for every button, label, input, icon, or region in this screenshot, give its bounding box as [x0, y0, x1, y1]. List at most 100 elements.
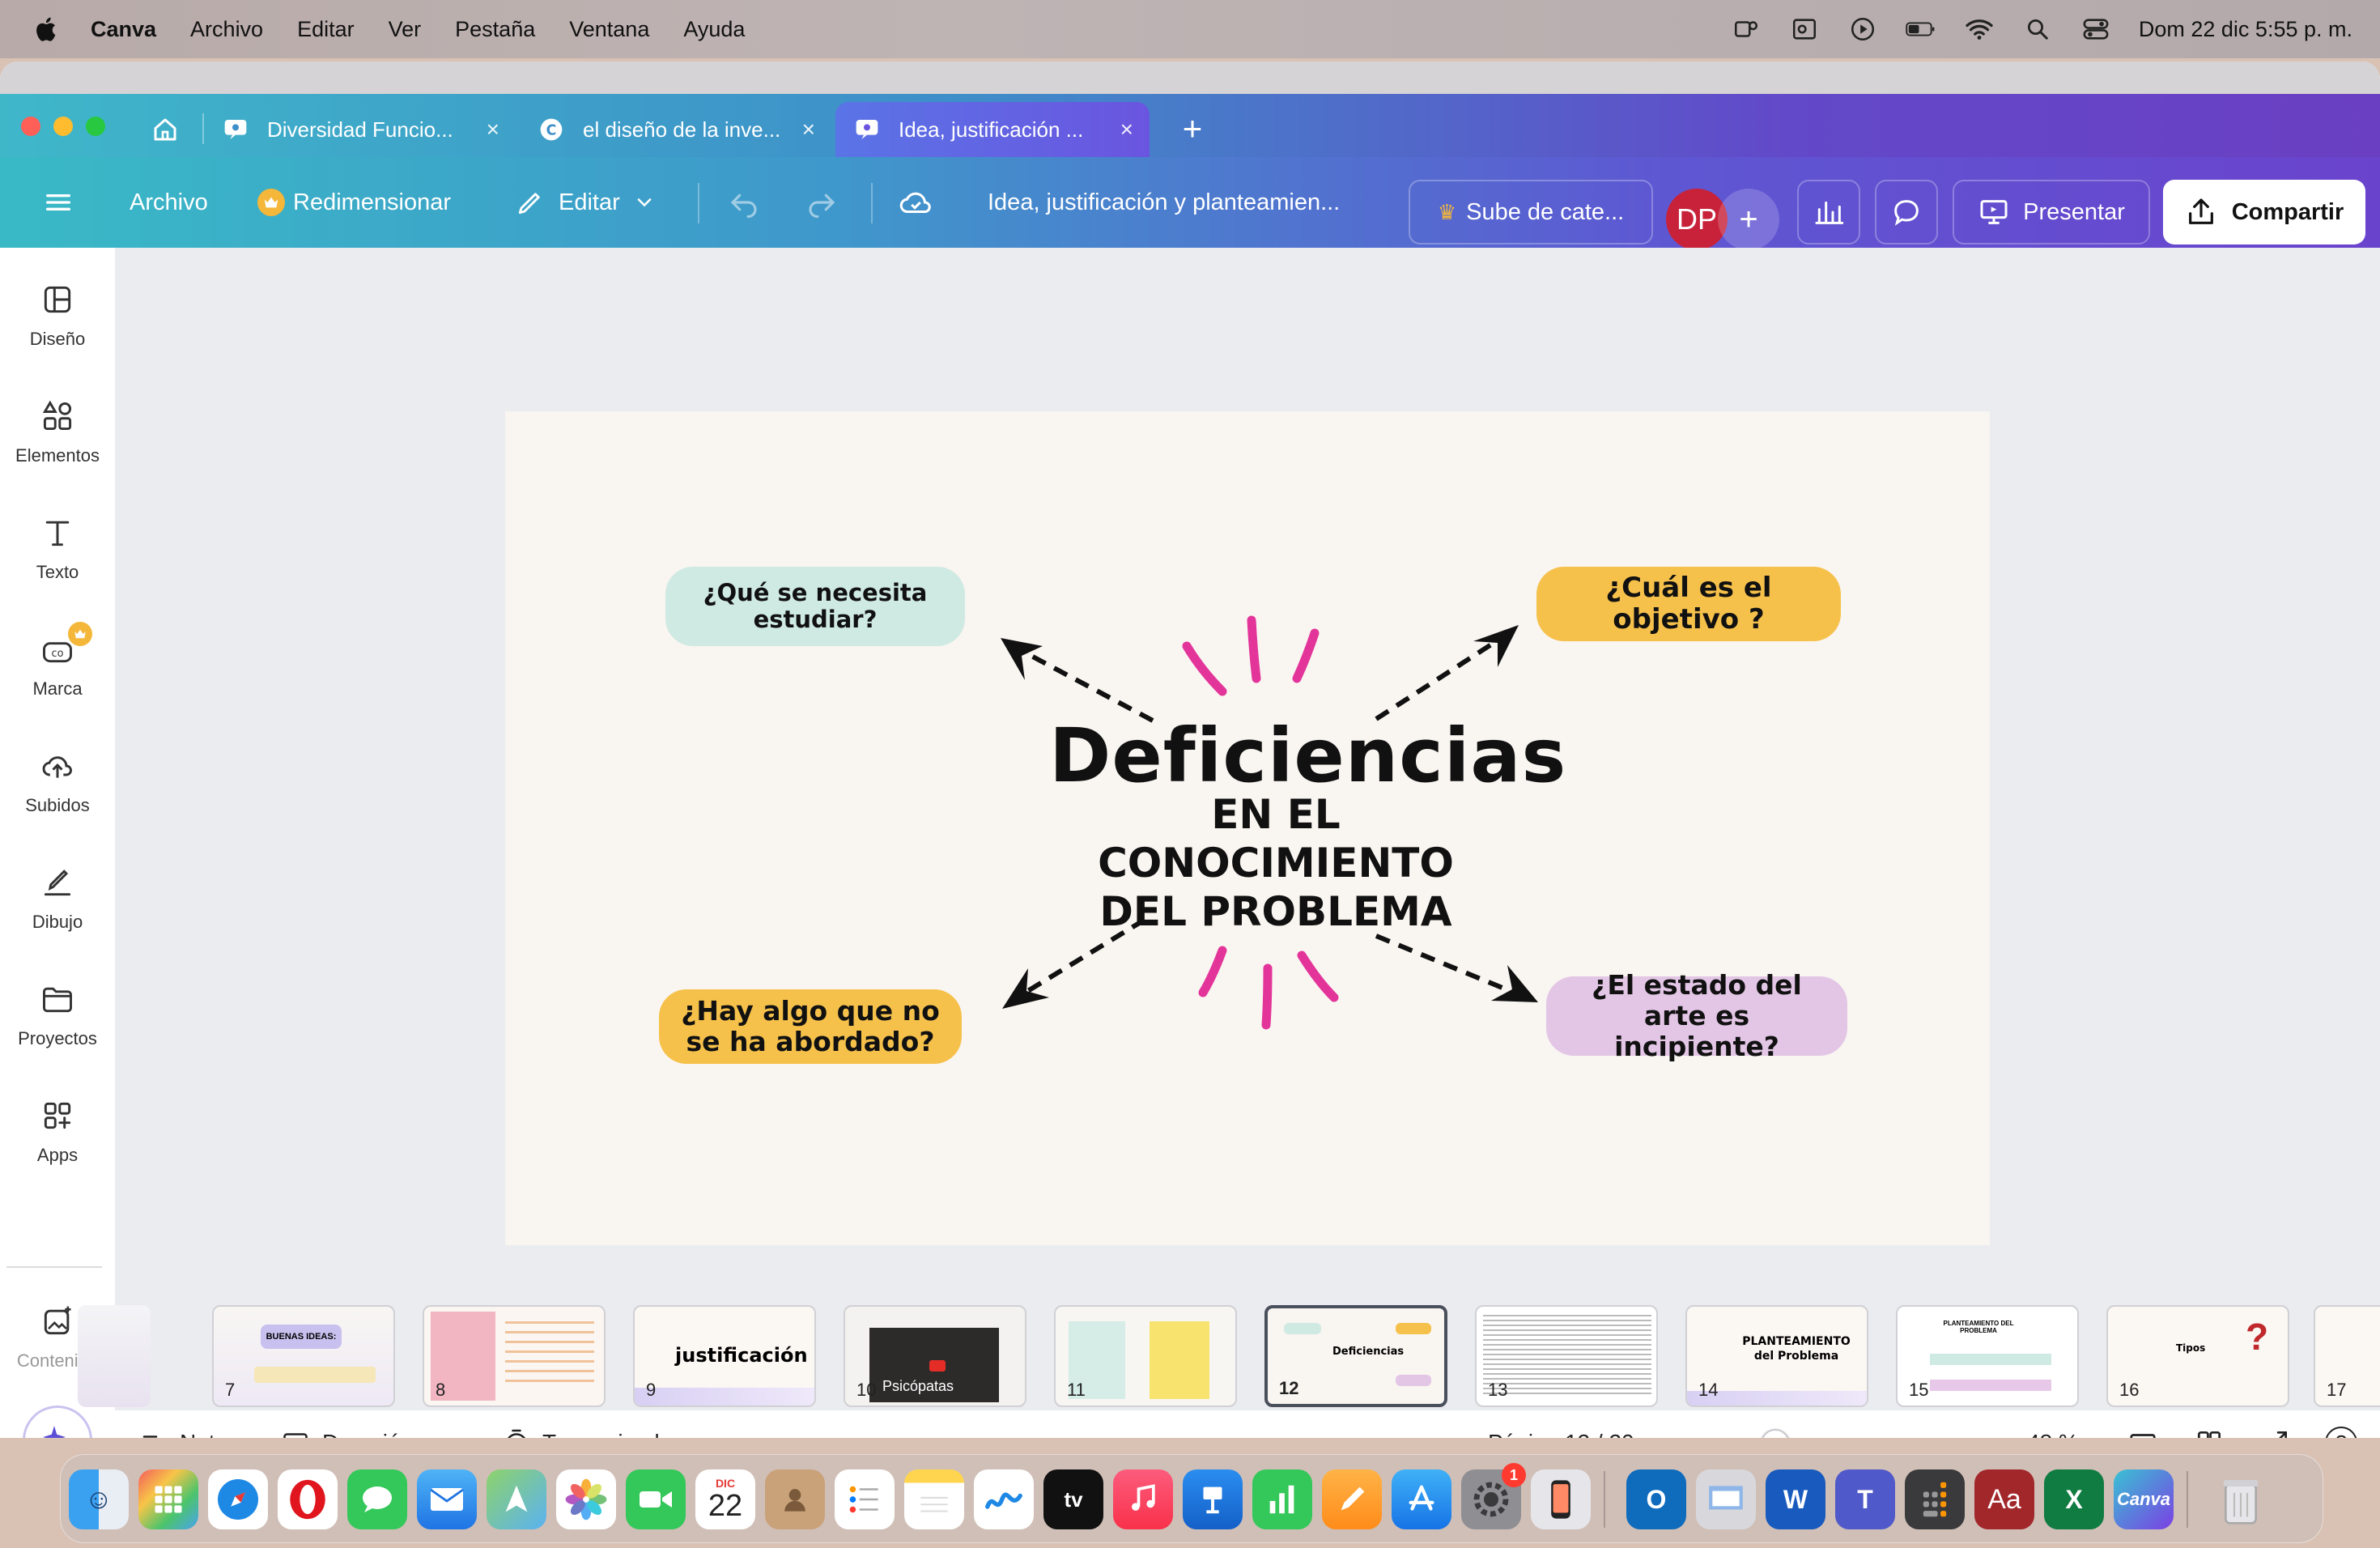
magic-assistant-button[interactable]	[23, 1406, 92, 1438]
zoom-percentage[interactable]: 48 %	[2027, 1410, 2079, 1438]
menu-app-name[interactable]: Canva	[91, 17, 156, 42]
spotlight-search-icon[interactable]	[2022, 14, 2053, 45]
thumbnail-page-16[interactable]: Tipos ? 16	[2106, 1305, 2289, 1407]
outlook-status-icon[interactable]	[1789, 14, 1820, 45]
numbers-icon[interactable]	[1252, 1469, 1312, 1529]
reminders-icon[interactable]	[835, 1469, 895, 1529]
menu-ayuda[interactable]: Ayuda	[683, 17, 745, 42]
menu-archivo[interactable]: Archivo	[190, 17, 263, 42]
app-store-icon[interactable]	[1392, 1469, 1451, 1529]
home-tab-icon[interactable]	[146, 110, 185, 149]
calendar-icon[interactable]: DIC 22	[695, 1469, 755, 1529]
insights-button[interactable]	[1797, 180, 1860, 245]
battery-icon[interactable]	[1906, 14, 1936, 45]
timer-button[interactable]: Temporizador	[502, 1410, 680, 1438]
present-button[interactable]: Presentar	[1953, 180, 2150, 245]
menu-editar[interactable]: Editar	[297, 17, 355, 42]
menu-ventana[interactable]: Ventana	[569, 17, 649, 42]
tab-idea-justificacion[interactable]: Idea, justificación ... ×	[835, 102, 1150, 157]
finder-icon[interactable]: ☺	[69, 1469, 129, 1529]
facetime-icon[interactable]	[626, 1469, 686, 1529]
photos-icon[interactable]	[556, 1469, 616, 1529]
trash-icon[interactable]	[2211, 1469, 2271, 1529]
launchpad-icon[interactable]	[138, 1469, 198, 1529]
thumbnail-page-8[interactable]: 8	[423, 1305, 606, 1407]
music-icon[interactable]	[1113, 1469, 1173, 1529]
calculator-icon[interactable]	[1905, 1469, 1965, 1529]
undo-button[interactable]	[727, 157, 761, 248]
thumbnail-page-9[interactable]: justificación 9	[633, 1305, 816, 1407]
canva-app-icon[interactable]: Canva	[2114, 1469, 2174, 1529]
zoom-window-button[interactable]	[86, 117, 105, 136]
pages-icon[interactable]	[1322, 1469, 1382, 1529]
new-tab-button[interactable]: +	[1172, 108, 1213, 149]
slide-subtitle[interactable]: EN EL CONOCIMIENTO DEL PROBLEMA	[1049, 790, 1502, 936]
menu-ver[interactable]: Ver	[389, 17, 422, 42]
freeform-icon[interactable]	[974, 1469, 1034, 1529]
fullscreen-button[interactable]	[2260, 1410, 2291, 1438]
comments-button[interactable]	[1875, 180, 1938, 245]
notes-button[interactable]: Notas	[139, 1410, 239, 1438]
close-tab-icon[interactable]: ×	[487, 117, 499, 142]
close-tab-icon[interactable]: ×	[802, 117, 815, 142]
thumbnail-page-10[interactable]: Psicópatas 10	[844, 1305, 1026, 1407]
wifi-icon[interactable]	[1964, 14, 1995, 45]
zoom-slider-thumb[interactable]	[1761, 1429, 1790, 1438]
contacts-icon[interactable]	[765, 1469, 825, 1529]
teams-status-icon[interactable]	[1731, 14, 1762, 45]
messages-icon[interactable]	[347, 1469, 407, 1529]
file-menu-button[interactable]: Archivo	[130, 157, 208, 248]
question-objective[interactable]: ¿Cuál es el objetivo ?	[1536, 567, 1841, 641]
thumbnail-page-17[interactable]: 17	[2314, 1305, 2380, 1407]
dictionary-icon[interactable]: Aa	[1974, 1469, 2034, 1529]
invite-plus-button[interactable]: +	[1718, 189, 1779, 250]
duration-button[interactable]: Duración	[280, 1410, 413, 1438]
resize-button[interactable]: Redimensionar	[257, 157, 451, 248]
keynote-icon[interactable]	[1183, 1469, 1243, 1529]
maps-icon[interactable]	[487, 1469, 546, 1529]
share-button[interactable]: Compartir	[2163, 180, 2365, 245]
grid-view-button[interactable]	[2194, 1410, 2225, 1438]
thumbnail-page-12-selected[interactable]: Deficiencias 12	[1264, 1305, 1447, 1407]
main-menu-button[interactable]	[42, 157, 74, 248]
system-settings-icon[interactable]: 1	[1461, 1463, 1526, 1529]
iphone-mirroring-icon[interactable]	[1531, 1469, 1591, 1529]
thumbnail-page-11[interactable]: 11	[1054, 1305, 1237, 1407]
word-icon[interactable]: W	[1766, 1469, 1825, 1529]
redo-button[interactable]	[805, 157, 839, 248]
page-view-button[interactable]	[2127, 1410, 2158, 1438]
thumbnail-partial[interactable]	[78, 1305, 151, 1407]
safari-icon[interactable]	[208, 1469, 268, 1529]
excel-icon[interactable]: X	[2044, 1469, 2104, 1529]
document-title[interactable]: Idea, justificación y planteamien...	[988, 157, 1340, 248]
control-center-icon[interactable]	[2080, 14, 2111, 45]
close-window-button[interactable]	[21, 117, 40, 136]
menubar-clock[interactable]: Dom 22 dic 5:55 p. m.	[2139, 17, 2352, 42]
edit-mode-button[interactable]: Editar	[515, 157, 656, 248]
thumbnail-page-15[interactable]: PLANTEAMIENTO DEL PROBLEMA 15	[1896, 1305, 2079, 1407]
page-indicator[interactable]: Página 12 / 20	[1488, 1410, 1634, 1438]
menu-pestana[interactable]: Pestaña	[455, 17, 535, 42]
question-what-to-study[interactable]: ¿Qué se necesita estudiar?	[665, 567, 965, 646]
preview-icon[interactable]	[1696, 1469, 1756, 1529]
tab-diversidad[interactable]: Diversidad Funcio... ×	[204, 102, 516, 157]
tab-diseno[interactable]: C el diseño de la inve... ×	[520, 102, 831, 157]
close-tab-icon[interactable]: ×	[1120, 117, 1133, 142]
thumbnail-page-7[interactable]: BUENAS IDEAS: 7	[212, 1305, 395, 1407]
help-button[interactable]: ?	[2325, 1410, 2357, 1438]
apple-logo-icon[interactable]	[32, 15, 62, 44]
upgrade-button[interactable]: ♛ Sube de cate...	[1409, 180, 1653, 245]
play-status-icon[interactable]	[1847, 14, 1878, 45]
notes-app-icon[interactable]	[904, 1469, 964, 1529]
thumbnail-page-13[interactable]: 13	[1475, 1305, 1658, 1407]
teams-icon[interactable]: T	[1835, 1469, 1895, 1529]
slide-title[interactable]: Deficiencias	[1049, 712, 1566, 799]
apple-tv-icon[interactable]: tv	[1043, 1469, 1103, 1529]
mail-icon[interactable]	[417, 1469, 477, 1529]
cloud-save-status[interactable]	[897, 157, 934, 248]
opera-icon[interactable]	[278, 1469, 338, 1529]
thumbnail-page-14[interactable]: PLANTEAMIENTO del Problema 14	[1685, 1305, 1868, 1407]
minimize-window-button[interactable]	[53, 117, 73, 136]
question-state-of-art[interactable]: ¿El estado del arte es incipiente?	[1546, 970, 1847, 1061]
outlook-icon[interactable]: O	[1626, 1469, 1686, 1529]
